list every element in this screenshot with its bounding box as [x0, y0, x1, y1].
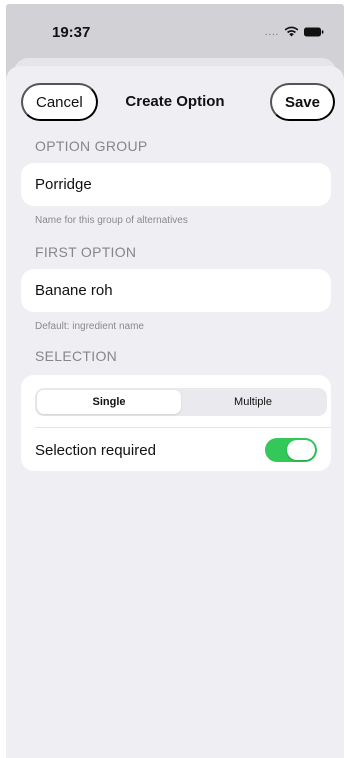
option-group-field[interactable] — [21, 163, 331, 206]
selection-mode-segmented-control: Single Multiple — [35, 388, 327, 416]
first-option-field[interactable] — [21, 269, 331, 312]
toggle-knob — [287, 440, 315, 460]
selection-required-toggle[interactable] — [265, 438, 317, 462]
divider — [35, 427, 331, 428]
first-option-header: FIRST OPTION — [35, 244, 137, 260]
create-option-sheet: Cancel Create Option Save OPTION GROUP N… — [6, 66, 344, 758]
option-group-hint: Name for this group of alternatives — [35, 215, 188, 226]
first-option-input[interactable] — [35, 269, 315, 312]
screen: 19:37 .... Cancel Create Option Save OPT… — [0, 0, 350, 758]
signal-dots: .... — [264, 25, 279, 38]
battery-icon — [304, 27, 324, 36]
status-bar: 19:37 .... — [6, 4, 344, 60]
status-time: 19:37 — [52, 24, 91, 41]
save-button[interactable]: Save — [269, 83, 335, 121]
selection-card: Single Multiple Selection required — [21, 375, 331, 471]
wifi-icon — [284, 26, 299, 37]
selection-required-label: Selection required — [35, 442, 156, 459]
segment-multiple[interactable]: Multiple — [181, 390, 325, 414]
option-group-header: OPTION GROUP — [35, 138, 148, 154]
option-group-input[interactable] — [35, 163, 315, 206]
first-option-hint: Default: ingredient name — [35, 321, 144, 332]
status-icons: .... — [265, 26, 324, 37]
selection-header: SELECTION — [35, 348, 118, 364]
segment-single[interactable]: Single — [37, 390, 181, 414]
